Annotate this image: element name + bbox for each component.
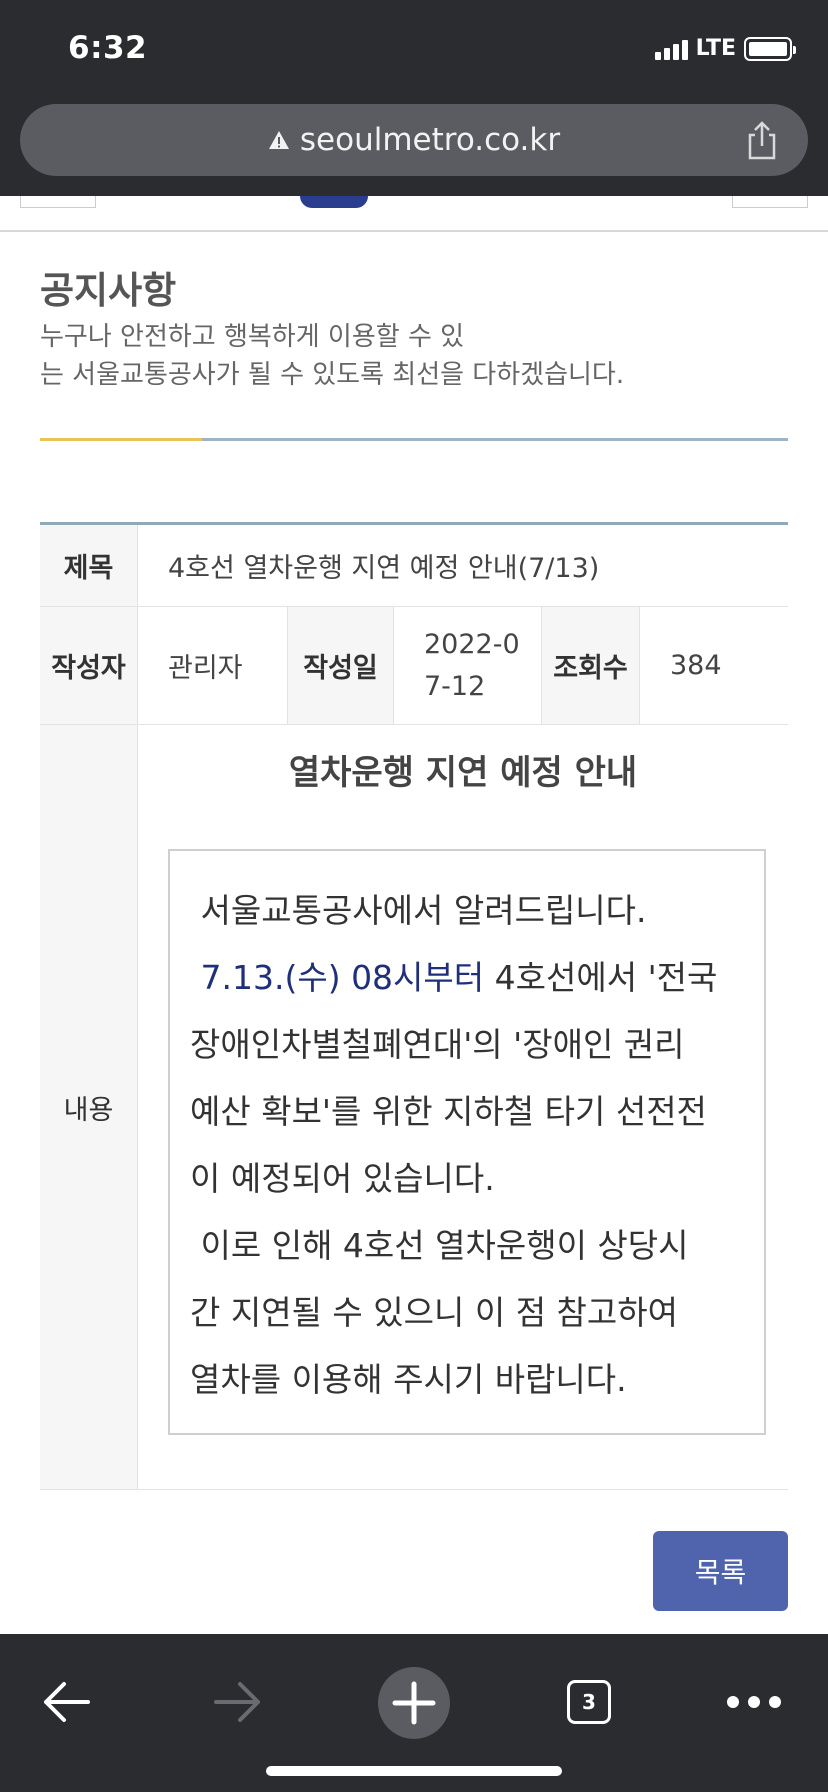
content-highlight-date: 7.13.(수) 08시부터: [190, 958, 495, 997]
search-button-edge[interactable]: [732, 196, 808, 208]
date-label: 작성일: [288, 607, 394, 724]
url-text: seoulmetro.co.kr: [299, 122, 561, 158]
author-label: 작성자: [40, 607, 138, 724]
description-line-1: 누구나 안전하고 행복하게 이용할 수 있: [40, 322, 465, 352]
signal-icon: [654, 38, 688, 60]
table-row-meta: 작성자 관리자 작성일 2022-0 7-12 조회수 384: [40, 607, 788, 725]
table-row-content: 내용 열차운행 지연 예정 안내 서울교통공사에서 알려드립니다. 7.13.(…: [40, 725, 788, 1490]
more-dots-icon: [727, 1696, 781, 1708]
title-value: 4호선 열차운행 지연 예정 안내(7/13): [168, 553, 600, 584]
site-logo-edge: [300, 196, 368, 208]
more-button[interactable]: [724, 1672, 784, 1732]
list-button[interactable]: 목록: [653, 1531, 788, 1611]
author-value: 관리자: [138, 607, 288, 724]
views-label: 조회수: [542, 607, 640, 724]
content-line-4: 예산 확보'를 위한 지하철 타기 선전전: [190, 1092, 707, 1131]
description-line-2: 는 서울교통공사가 될 수 있도록 최선을 다하겠습니다.: [40, 360, 625, 390]
page-description: 누구나 안전하고 행복하게 이용할 수 있 는 서울교통공사가 될 수 있도록 …: [40, 318, 680, 394]
content-heading: 열차운행 지연 예정 안내: [288, 753, 638, 793]
content-line-8: 열차를 이용해 주시기 바랍니다.: [190, 1360, 627, 1399]
views-value: 384: [670, 650, 722, 681]
forward-button[interactable]: [210, 1672, 266, 1732]
share-icon[interactable]: [744, 120, 780, 160]
new-tab-button[interactable]: [378, 1667, 450, 1739]
menu-button-edge[interactable]: [20, 196, 96, 208]
warning-triangle-icon: [268, 131, 289, 149]
status-indicators: LTE: [654, 36, 796, 61]
table-row-title: 제목 4호선 열차운행 지연 예정 안내(7/13): [40, 525, 788, 607]
content-line-7: 간 지연될 수 있으니 이 점 참고하여: [190, 1293, 678, 1332]
back-button[interactable]: [38, 1672, 94, 1732]
back-arrow-icon: [44, 1682, 90, 1722]
browser-top-bar: 6:32 LTE seoulmetro.co.kr: [0, 0, 828, 196]
address-bar[interactable]: seoulmetro.co.kr: [20, 104, 808, 176]
tab-count-icon: 3: [567, 1680, 611, 1724]
forward-arrow-icon: [214, 1682, 260, 1722]
page-title: 공지사항: [40, 269, 177, 312]
date-value-line-1: 2022-0: [424, 628, 520, 660]
date-value: 2022-0 7-12: [394, 607, 542, 724]
content-text: 서울교통공사에서 알려드립니다. 7.13.(수) 08시부터 4호선에서 '전…: [190, 877, 744, 1413]
content-line-2: 4호선에서 '전국: [494, 958, 718, 997]
content-line-3: 장애인차별철폐연대'의 '장애인 권리: [190, 1025, 685, 1064]
content-line-6: 이로 인해 4호선 열차운행이 상당시: [190, 1226, 689, 1265]
site-header-remnant: [0, 196, 828, 232]
status-time: 6:32: [68, 30, 148, 66]
plus-icon: [392, 1681, 436, 1725]
content-line-1: 서울교통공사에서 알려드립니다.: [190, 891, 647, 930]
home-indicator: [266, 1766, 562, 1776]
tabs-button[interactable]: 3: [566, 1672, 612, 1732]
battery-icon: [744, 36, 796, 61]
content-line-5: 이 예정되어 있습니다.: [190, 1159, 495, 1198]
notice-table: 제목 4호선 열차운행 지연 예정 안내(7/13) 작성자 관리자 작성일 2…: [40, 522, 788, 1490]
title-label: 제목: [40, 525, 138, 606]
tab-count: 3: [582, 1690, 596, 1714]
content-cell: 열차운행 지연 예정 안내 서울교통공사에서 알려드립니다. 7.13.(수) …: [138, 725, 788, 1489]
date-value-line-2: 7-12: [424, 670, 486, 702]
content-box: 서울교통공사에서 알려드립니다. 7.13.(수) 08시부터 4호선에서 '전…: [168, 849, 766, 1435]
title-divider: [40, 438, 788, 441]
network-label: LTE: [695, 36, 736, 61]
content-label: 내용: [40, 725, 138, 1489]
